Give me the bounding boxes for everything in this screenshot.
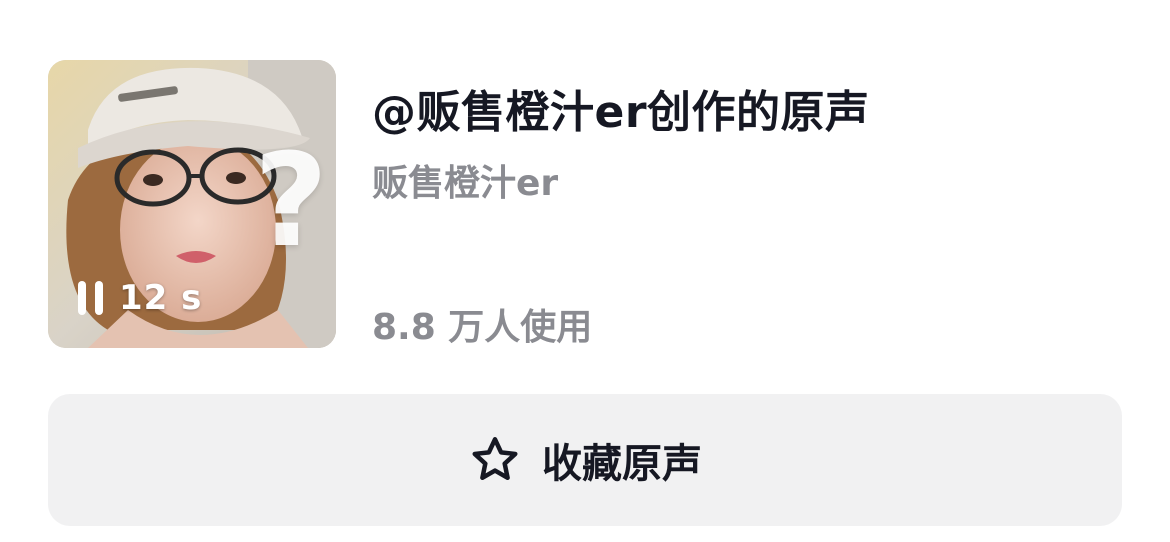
sound-cover-thumbnail[interactable]: ? 12 s xyxy=(48,60,336,348)
favorite-sound-label: 收藏原声 xyxy=(542,441,702,487)
question-mark-overlay: ? xyxy=(253,127,328,276)
star-outline-icon xyxy=(472,437,518,481)
sound-author[interactable]: 贩售橙汁er xyxy=(372,154,558,206)
sound-title: @贩售橙汁er创作的原声 xyxy=(372,87,870,138)
sound-duration: 12 s xyxy=(119,278,203,318)
sound-card: ? 12 s @贩售橙汁er创作的原声 贩售橙汁er 8.8 万人使用 收藏原声 xyxy=(0,0,1170,542)
pause-icon[interactable] xyxy=(78,281,103,315)
favorite-sound-button[interactable]: 收藏原声 xyxy=(48,394,1122,526)
usage-count: 8.8 万人使用 xyxy=(372,307,593,348)
playback-overlay[interactable]: 12 s xyxy=(78,278,202,318)
